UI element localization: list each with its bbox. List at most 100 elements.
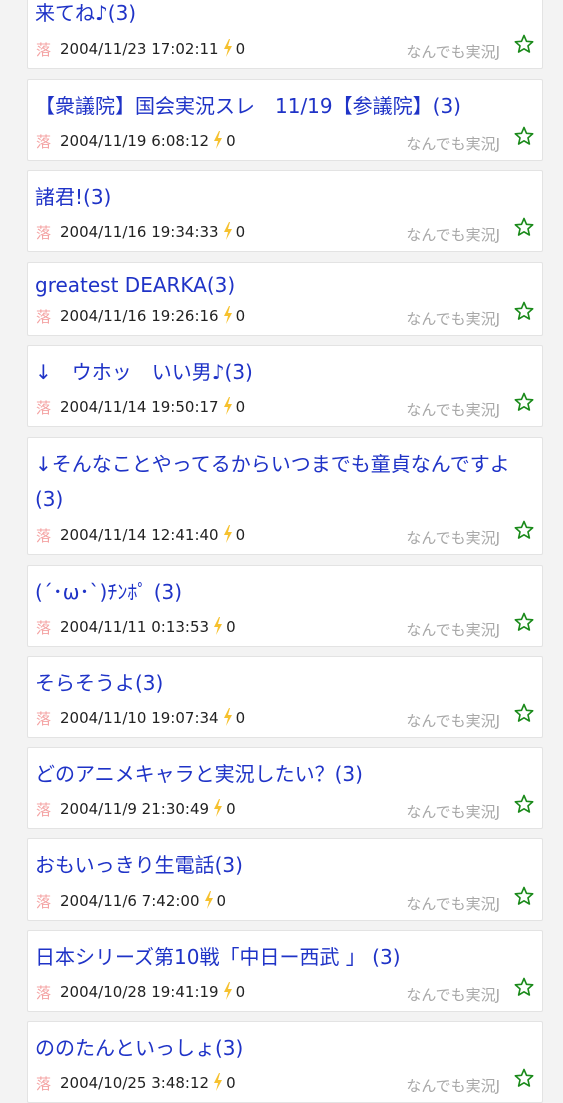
star-outline-icon[interactable] [514,126,534,146]
star-outline-icon[interactable] [514,301,534,321]
fall-icon: 落 [36,710,52,728]
date-text: 2004/10/28 19:41:19 [60,983,219,1001]
board-name[interactable]: なんでも実況J [406,1075,500,1096]
thread-title[interactable]: 日本シリーズ第10戦「中日ー西武 」 (3) [35,940,534,975]
thread-card[interactable]: おもいっきり生電話(3) 落 2004/11/6 7:42:00 0 なんでも実況… [27,838,543,921]
star-outline-icon[interactable] [514,703,534,723]
momentum-count: 0 [235,223,246,241]
thread-title[interactable]: ののたんといっしょ(3) [35,1031,534,1066]
date-text: 2004/11/14 12:41:40 [60,526,219,544]
thread-card[interactable]: ↓そんなことやってるからいつまでも童貞なんですよ(3) 落 2004/11/14… [27,437,543,555]
momentum-count: 0 [235,526,246,544]
board-name[interactable]: なんでも実況J [406,399,500,420]
thread-title[interactable]: ↓そんなことやってるからいつまでも童貞なんですよ(3) [35,447,534,517]
thread-date: 2004/11/11 0:13:53 0 [60,617,236,639]
lightning-bolt-icon [223,39,233,61]
board-name[interactable]: なんでも実況J [406,984,500,1005]
lightning-bolt-icon [223,397,233,419]
star-outline-icon[interactable] [514,794,534,814]
star-outline-icon[interactable] [514,612,534,632]
date-text: 2004/11/16 19:34:33 [60,223,219,241]
fall-icon: 落 [36,399,52,417]
thread-date: 2004/11/14 12:41:40 0 [60,525,245,547]
thread-title[interactable]: greatest DEARKA(3) [35,268,534,303]
lightning-bolt-icon [204,891,214,913]
thread-meta: 落 2004/11/14 12:41:40 0 なんでも実況J [35,520,534,548]
thread-meta: 落 2004/11/19 6:08:12 0 なんでも実況J [35,126,534,154]
board-name[interactable]: なんでも実況J [406,893,500,914]
board-name[interactable]: なんでも実況J [406,41,500,62]
thread-card[interactable]: 来てね♪(3) 落 2004/11/23 17:02:11 0 なんでも実況J [27,0,543,69]
star-outline-icon[interactable] [514,520,534,540]
board-name[interactable]: なんでも実況J [406,224,500,245]
thread-title[interactable]: 来てね♪(3) [35,0,534,31]
lightning-bolt-icon [223,306,233,328]
thread-card[interactable]: そらそうよ(3) 落 2004/11/10 19:07:34 0 なんでも実況J [27,656,543,738]
momentum-count: 0 [216,892,227,910]
thread-title[interactable]: ↓ ウホッ いい男♪(3) [35,355,534,390]
fall-icon: 落 [36,619,52,637]
thread-meta: 落 2004/11/9 21:30:49 0 なんでも実況J [35,794,534,822]
board-name[interactable]: なんでも実況J [406,801,500,822]
star-outline-icon[interactable] [514,392,534,412]
board-name[interactable]: なんでも実況J [406,619,500,640]
thread-date: 2004/11/10 19:07:34 0 [60,708,245,730]
date-text: 2004/11/10 19:07:34 [60,709,219,727]
thread-title[interactable]: そらそうよ(3) [35,666,534,701]
star-outline-icon[interactable] [514,977,534,997]
star-outline-icon[interactable] [514,34,534,54]
board-name[interactable]: なんでも実況J [406,308,500,329]
thread-card[interactable]: 日本シリーズ第10戦「中日ー西武 」 (3) 落 2004/10/28 19:4… [27,930,543,1012]
thread-card[interactable]: 諸君!(3) 落 2004/11/16 19:34:33 0 なんでも実況J [27,170,543,252]
thread-meta: 落 2004/11/23 17:02:11 0 なんでも実況J [35,34,534,62]
thread-meta: 落 2004/11/10 19:07:34 0 なんでも実況J [35,703,534,731]
thread-card[interactable]: 【衆議院】国会実況スレ 11/19【参議院】(3) 落 2004/11/19 6… [27,79,543,161]
thread-date: 2004/11/6 7:42:00 0 [60,891,226,913]
fall-icon: 落 [36,893,52,911]
thread-date: 2004/11/16 19:26:16 0 [60,306,245,328]
thread-card[interactable]: greatest DEARKA(3) 落 2004/11/16 19:26:16… [27,262,543,336]
thread-meta: 落 2004/11/16 19:26:16 0 なんでも実況J [35,301,534,329]
fall-icon: 落 [36,801,52,819]
star-outline-icon[interactable] [514,1068,534,1088]
fall-icon: 落 [36,1075,52,1093]
momentum-count: 0 [226,800,236,818]
star-outline-icon[interactable] [514,886,534,906]
board-name[interactable]: なんでも実況J [406,710,500,731]
momentum-count: 0 [235,709,246,727]
date-text: 2004/11/11 0:13:53 [60,618,210,636]
lightning-bolt-icon [213,1073,223,1095]
momentum-count: 0 [235,307,246,325]
thread-meta: 落 2004/11/6 7:42:00 0 なんでも実況J [35,886,534,914]
thread-list: 来てね♪(3) 落 2004/11/23 17:02:11 0 なんでも実況J 【… [0,0,563,1103]
fall-icon: 落 [36,224,52,242]
thread-meta: 落 2004/10/25 3:48:12 0 なんでも実況J [35,1068,534,1096]
fall-icon: 落 [36,984,52,1002]
thread-title[interactable]: 【衆議院】国会実況スレ 11/19【参議院】(3) [35,89,534,124]
date-text: 2004/11/9 21:30:49 [60,800,210,818]
board-name[interactable]: なんでも実況J [406,527,500,548]
thread-card[interactable]: ののたんといっしょ(3) 落 2004/10/25 3:48:12 0 なんでも実… [27,1021,543,1103]
lightning-bolt-icon [213,617,223,639]
lightning-bolt-icon [223,525,233,547]
thread-meta: 落 2004/11/16 19:34:33 0 なんでも実況J [35,217,534,245]
thread-date: 2004/11/14 19:50:17 0 [60,397,245,419]
fall-icon: 落 [36,527,52,545]
date-text: 2004/11/16 19:26:16 [60,307,219,325]
date-text: 2004/11/19 6:08:12 [60,132,210,150]
thread-meta: 落 2004/11/14 19:50:17 0 なんでも実況J [35,392,534,420]
thread-title[interactable]: どのアニメキャラと実況したい？(3) [35,757,534,792]
thread-card[interactable]: ↓ ウホッ いい男♪(3) 落 2004/11/14 19:50:17 0 なんで… [27,345,543,427]
date-text: 2004/10/25 3:48:12 [60,1074,210,1092]
lightning-bolt-icon [223,222,233,244]
thread-card[interactable]: どのアニメキャラと実況したい？(3) 落 2004/11/9 21:30:49 0… [27,747,543,829]
fall-icon: 落 [36,41,52,59]
thread-card[interactable]: (´･ω･`)ﾁﾝﾎﾟ (3) 落 2004/11/11 0:13:53 0 なん… [27,565,543,647]
thread-date: 2004/11/19 6:08:12 0 [60,131,236,153]
thread-title[interactable]: (´･ω･`)ﾁﾝﾎﾟ (3) [35,575,534,610]
star-outline-icon[interactable] [514,217,534,237]
board-name[interactable]: なんでも実況J [406,133,500,154]
thread-title[interactable]: 諸君!(3) [35,180,534,215]
thread-date: 2004/11/23 17:02:11 0 [60,39,245,61]
thread-title[interactable]: おもいっきり生電話(3) [35,848,534,883]
